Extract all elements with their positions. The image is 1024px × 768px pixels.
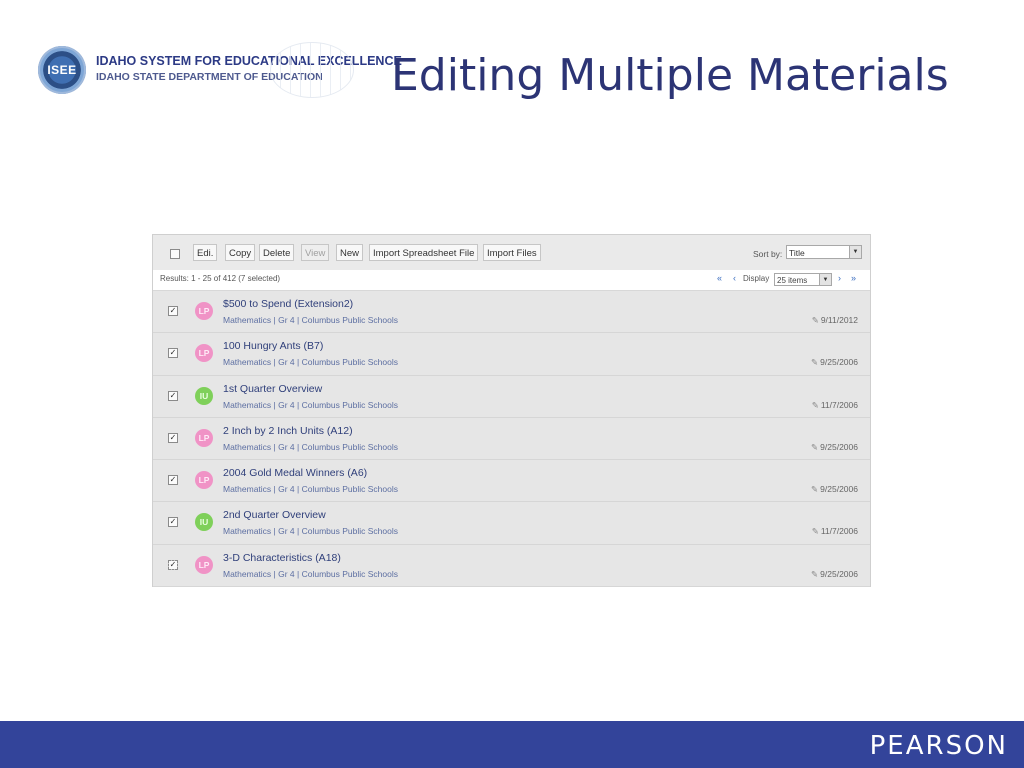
pencil-icon: ✎ bbox=[811, 399, 819, 410]
import-files-button[interactable]: Import Files bbox=[483, 244, 541, 261]
pencil-icon: ✎ bbox=[811, 526, 819, 537]
pencil-icon: ✎ bbox=[811, 357, 819, 368]
material-date: ✎ 9/25/2006 bbox=[811, 568, 858, 579]
slide-title: Editing Multiple Materials bbox=[391, 50, 949, 101]
pencil-icon: ✎ bbox=[811, 484, 819, 495]
last-page-icon[interactable]: » bbox=[851, 273, 856, 283]
lesson-plan-badge-icon: LP bbox=[195, 555, 213, 574]
results-bar: Results: 1 - 25 of 412 (7 selected) « ‹ … bbox=[153, 270, 870, 291]
materials-panel: Edi. Copy Delete View New Import Spreads… bbox=[152, 234, 871, 588]
material-meta: Mathematics | Gr 4 | Columbus Public Sch… bbox=[223, 399, 398, 410]
chevron-down-icon[interactable]: ▼ bbox=[819, 274, 831, 285]
seal-text: ISEE bbox=[47, 63, 77, 77]
logo-title: IDAHO SYSTEM FOR EDUCATIONAL EXCELLENCE bbox=[96, 54, 402, 68]
materials-list: ✓ LP $500 to Spend (Extension2) Mathemat… bbox=[153, 291, 870, 588]
prev-page-icon[interactable]: ‹ bbox=[733, 273, 736, 283]
footer-bar: PEARSON bbox=[0, 721, 1024, 768]
material-date: ✎ 11/7/2006 bbox=[811, 526, 858, 537]
row-checkbox[interactable]: ✓ bbox=[168, 559, 178, 570]
display-select[interactable]: 25 items ▼ bbox=[774, 273, 832, 286]
globe-graphic-icon bbox=[270, 42, 354, 98]
new-button[interactable]: New bbox=[336, 244, 364, 261]
material-title[interactable]: 2004 Gold Medal Winners (A6) bbox=[223, 467, 367, 479]
material-meta: Mathematics | Gr 4 | Columbus Public Sch… bbox=[223, 484, 398, 495]
list-item[interactable]: ✓ IU 2nd Quarter Overview Mathematics | … bbox=[153, 502, 870, 545]
material-title[interactable]: 3-D Characteristics (A18) bbox=[223, 552, 341, 564]
display-label: Display bbox=[743, 274, 770, 283]
row-checkbox[interactable]: ✓ bbox=[168, 517, 178, 528]
material-title[interactable]: 1st Quarter Overview bbox=[223, 383, 322, 395]
material-date: ✎ 9/11/2012 bbox=[811, 315, 858, 325]
list-item[interactable]: ✓ LP 3-D Characteristics (A18) Mathemati… bbox=[153, 544, 870, 588]
material-meta: Mathematics | Gr 4 | Columbus Public Sch… bbox=[223, 526, 398, 537]
view-button[interactable]: View bbox=[301, 244, 330, 261]
pencil-icon: ✎ bbox=[811, 441, 819, 452]
list-item[interactable]: ✓ LP 2004 Gold Medal Winners (A6) Mathem… bbox=[153, 460, 870, 503]
select-all-checkbox[interactable] bbox=[170, 249, 180, 259]
sort-value: Title bbox=[789, 248, 805, 258]
results-summary: Results: 1 - 25 of 412 (7 selected) bbox=[160, 274, 281, 283]
material-title[interactable]: $500 to Spend (Extension2) bbox=[223, 298, 353, 310]
material-date: ✎ 9/25/2006 bbox=[811, 441, 858, 452]
lesson-plan-badge-icon: LP bbox=[195, 428, 213, 447]
edit-button[interactable]: Edi. bbox=[193, 244, 218, 261]
list-item[interactable]: ✓ IU 1st Quarter Overview Mathematics | … bbox=[153, 375, 870, 418]
isee-seal-icon: ISEE bbox=[38, 46, 86, 94]
copy-button[interactable]: Copy bbox=[225, 244, 256, 261]
list-item[interactable]: ✓ LP 2 Inch by 2 Inch Units (A12) Mathem… bbox=[153, 417, 870, 461]
display-value: 25 items bbox=[777, 276, 808, 285]
lesson-plan-badge-icon: LP bbox=[195, 302, 213, 320]
material-meta: Mathematics | Gr 4 | Columbus Public Sch… bbox=[223, 568, 398, 579]
import-spreadsheet-button[interactable]: Import Spreadsheet File bbox=[369, 244, 479, 261]
row-checkbox[interactable]: ✓ bbox=[168, 432, 178, 443]
material-date: ✎ 11/7/2006 bbox=[811, 399, 858, 410]
isee-logo: ISEE IDAHO SYSTEM FOR EDUCATIONAL EXCELL… bbox=[38, 42, 402, 100]
instructional-unit-badge-icon: IU bbox=[195, 513, 213, 532]
row-checkbox[interactable]: ✓ bbox=[168, 390, 178, 401]
sort-label: Sort by: bbox=[753, 249, 783, 259]
next-page-icon[interactable]: › bbox=[838, 273, 841, 283]
material-meta: Mathematics | Gr 4 | Columbus Public Sch… bbox=[223, 357, 398, 368]
instructional-unit-badge-icon: IU bbox=[195, 386, 213, 405]
pencil-icon: ✎ bbox=[811, 568, 819, 579]
list-item[interactable]: ✓ LP $500 to Spend (Extension2) Mathemat… bbox=[153, 291, 870, 334]
pearson-logo: PEARSON bbox=[869, 731, 1008, 761]
material-title[interactable]: 100 Hungry Ants (B7) bbox=[223, 340, 323, 352]
sort-select[interactable]: Title ▼ bbox=[786, 245, 862, 259]
material-date: ✎ 9/25/2006 bbox=[811, 484, 858, 495]
material-title[interactable]: 2nd Quarter Overview bbox=[223, 509, 326, 521]
material-title[interactable]: 2 Inch by 2 Inch Units (A12) bbox=[223, 425, 353, 437]
row-checkbox[interactable]: ✓ bbox=[168, 475, 178, 486]
material-date: ✎ 9/25/2006 bbox=[811, 357, 858, 368]
chevron-down-icon[interactable]: ▼ bbox=[849, 246, 861, 258]
row-checkbox[interactable]: ✓ bbox=[168, 348, 178, 359]
lesson-plan-badge-icon: LP bbox=[195, 471, 213, 490]
material-meta: Mathematics | Gr 4 | Columbus Public Sch… bbox=[223, 315, 398, 325]
pencil-icon: ✎ bbox=[811, 315, 819, 325]
row-checkbox[interactable]: ✓ bbox=[168, 306, 178, 316]
material-meta: Mathematics | Gr 4 | Columbus Public Sch… bbox=[223, 441, 398, 452]
list-item[interactable]: ✓ LP 100 Hungry Ants (B7) Mathematics | … bbox=[153, 333, 870, 376]
toolbar: Edi. Copy Delete View New Import Spreads… bbox=[153, 235, 870, 271]
lesson-plan-badge-icon: LP bbox=[195, 344, 213, 363]
first-page-icon[interactable]: « bbox=[717, 273, 722, 283]
delete-button[interactable]: Delete bbox=[259, 244, 295, 261]
